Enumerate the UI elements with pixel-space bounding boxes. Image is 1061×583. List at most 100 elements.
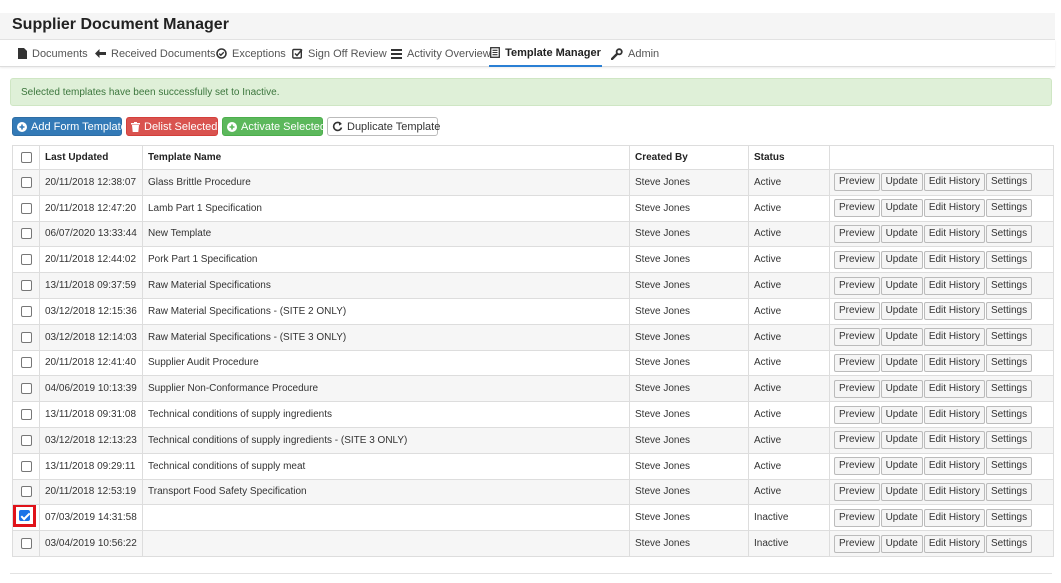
- settings-button[interactable]: Settings: [985, 353, 1033, 372]
- column-header-last-updated[interactable]: Last Updated: [39, 145, 143, 170]
- preview-button[interactable]: Preview: [834, 173, 880, 192]
- settings-button[interactable]: Settings: [985, 173, 1033, 192]
- tab-admin[interactable]: Admin: [611, 40, 659, 67]
- preview-button[interactable]: Preview: [834, 328, 880, 347]
- row-checkbox[interactable]: [20, 460, 32, 472]
- table-row[interactable]: 20/11/2018 12:44:02 Pork Part 1 Specifica…: [12, 246, 1054, 274]
- update-button[interactable]: Update: [880, 276, 923, 295]
- settings-button[interactable]: Settings: [985, 431, 1033, 450]
- update-button[interactable]: Update: [880, 173, 923, 192]
- column-header-template-name[interactable]: Template Name: [142, 145, 630, 170]
- table-row[interactable]: 03/12/2018 12:14:03 Raw Material Specific…: [12, 323, 1054, 351]
- settings-button[interactable]: Settings: [985, 224, 1033, 243]
- column-header-status[interactable]: Status: [748, 145, 830, 170]
- tab-template-manager[interactable]: Template Manager: [489, 40, 602, 67]
- row-checkbox[interactable]: [20, 280, 32, 292]
- update-button[interactable]: Update: [880, 457, 923, 476]
- edit-history-button[interactable]: Edit History: [923, 302, 985, 321]
- add-form-template-button[interactable]: Add Form Template: [12, 117, 127, 136]
- table-row[interactable]: 03/04/2019 10:56:22 Steve Jones Inactive Pr…: [12, 530, 1054, 557]
- edit-history-button[interactable]: Edit History: [923, 328, 985, 347]
- table-row[interactable]: 20/11/2018 12:53:19 Transport Food Safety…: [12, 478, 1054, 506]
- edit-history-button[interactable]: Edit History: [923, 276, 985, 295]
- preview-button[interactable]: Preview: [834, 431, 880, 450]
- update-button[interactable]: Update: [880, 224, 923, 243]
- row-checkbox[interactable]: [20, 305, 32, 317]
- preview-button[interactable]: Preview: [834, 457, 880, 476]
- table-row[interactable]: 13/11/2018 09:37:59 Raw Material Specific…: [12, 272, 1054, 299]
- row-checkbox[interactable]: [19, 510, 30, 522]
- tab-received-documents[interactable]: Received Documents: [95, 40, 216, 67]
- update-button[interactable]: Update: [880, 405, 923, 424]
- settings-button[interactable]: Settings: [985, 457, 1033, 476]
- update-button[interactable]: Update: [880, 482, 923, 501]
- settings-button[interactable]: Settings: [985, 482, 1033, 501]
- update-button[interactable]: Update: [880, 328, 923, 347]
- update-button[interactable]: Update: [880, 302, 923, 321]
- row-checkbox[interactable]: [20, 357, 32, 369]
- update-button[interactable]: Update: [880, 508, 923, 527]
- preview-button[interactable]: Preview: [834, 199, 880, 218]
- settings-button[interactable]: Settings: [985, 405, 1033, 424]
- tab-activity-overview[interactable]: Activity Overview: [391, 40, 491, 67]
- row-checkbox[interactable]: [20, 254, 32, 266]
- row-checkbox[interactable]: [20, 176, 32, 188]
- edit-history-button[interactable]: Edit History: [923, 482, 985, 501]
- tab-sign-off-review[interactable]: Sign Off Review: [292, 40, 387, 67]
- update-button[interactable]: Update: [880, 353, 923, 372]
- table-row[interactable]: 20/11/2018 12:41:40 Supplier Audit Proced…: [12, 349, 1054, 377]
- edit-history-button[interactable]: Edit History: [923, 405, 985, 424]
- duplicate-template-button[interactable]: Duplicate Template: [327, 117, 440, 136]
- edit-history-button[interactable]: Edit History: [923, 199, 985, 218]
- activate-selected-button[interactable]: Activate Selected: [222, 117, 326, 136]
- row-checkbox[interactable]: [20, 383, 32, 395]
- preview-button[interactable]: Preview: [834, 353, 880, 372]
- settings-button[interactable]: Settings: [985, 328, 1033, 347]
- settings-button[interactable]: Settings: [985, 534, 1033, 553]
- table-row[interactable]: 03/12/2018 12:13:23 Technical conditions …: [12, 426, 1054, 454]
- row-checkbox[interactable]: [20, 537, 32, 549]
- settings-button[interactable]: Settings: [985, 199, 1033, 218]
- settings-button[interactable]: Settings: [985, 276, 1033, 295]
- update-button[interactable]: Update: [880, 199, 923, 218]
- column-header-created-by[interactable]: Created By: [629, 145, 749, 170]
- table-row[interactable]: 03/12/2018 12:15:36 Raw Material Specific…: [12, 297, 1054, 325]
- edit-history-button[interactable]: Edit History: [923, 534, 985, 553]
- preview-button[interactable]: Preview: [834, 508, 880, 527]
- row-checkbox[interactable]: [20, 486, 32, 498]
- update-button[interactable]: Update: [880, 379, 923, 398]
- update-button[interactable]: Update: [880, 431, 923, 450]
- update-button[interactable]: Update: [880, 534, 923, 553]
- row-checkbox[interactable]: [20, 228, 32, 240]
- table-row[interactable]: 07/03/2019 14:31:58 Steve Jones Inactive Pr…: [12, 504, 1054, 532]
- settings-button[interactable]: Settings: [985, 302, 1033, 321]
- preview-button[interactable]: Preview: [834, 405, 880, 424]
- edit-history-button[interactable]: Edit History: [923, 457, 985, 476]
- settings-button[interactable]: Settings: [985, 379, 1033, 398]
- select-all-checkbox[interactable]: [20, 151, 32, 163]
- table-row[interactable]: 04/06/2019 10:13:39 Supplier Non-Conforma…: [12, 375, 1054, 403]
- edit-history-button[interactable]: Edit History: [923, 431, 985, 450]
- row-checkbox[interactable]: [20, 434, 32, 446]
- table-row[interactable]: 20/11/2018 12:38:07 Glass Brittle Procedu…: [12, 169, 1054, 196]
- update-button[interactable]: Update: [880, 250, 923, 269]
- tab-exceptions[interactable]: Exceptions: [216, 40, 286, 67]
- edit-history-button[interactable]: Edit History: [923, 173, 985, 192]
- preview-button[interactable]: Preview: [834, 482, 880, 501]
- table-row[interactable]: 13/11/2018 09:29:11 Technical conditions …: [12, 452, 1054, 480]
- settings-button[interactable]: Settings: [985, 250, 1033, 269]
- edit-history-button[interactable]: Edit History: [923, 224, 985, 243]
- delist-selected-button[interactable]: Delist Selected: [126, 117, 218, 136]
- tab-documents[interactable]: Documents: [18, 40, 88, 67]
- preview-button[interactable]: Preview: [834, 302, 880, 321]
- edit-history-button[interactable]: Edit History: [923, 508, 985, 527]
- preview-button[interactable]: Preview: [834, 276, 880, 295]
- edit-history-button[interactable]: Edit History: [923, 353, 985, 372]
- edit-history-button[interactable]: Edit History: [923, 379, 985, 398]
- preview-button[interactable]: Preview: [834, 250, 880, 269]
- preview-button[interactable]: Preview: [834, 224, 880, 243]
- table-row[interactable]: 06/07/2020 13:33:44 New Template Steve Jon…: [12, 220, 1054, 248]
- preview-button[interactable]: Preview: [834, 379, 880, 398]
- table-row[interactable]: 13/11/2018 09:31:08 Technical conditions …: [12, 401, 1054, 428]
- edit-history-button[interactable]: Edit History: [923, 250, 985, 269]
